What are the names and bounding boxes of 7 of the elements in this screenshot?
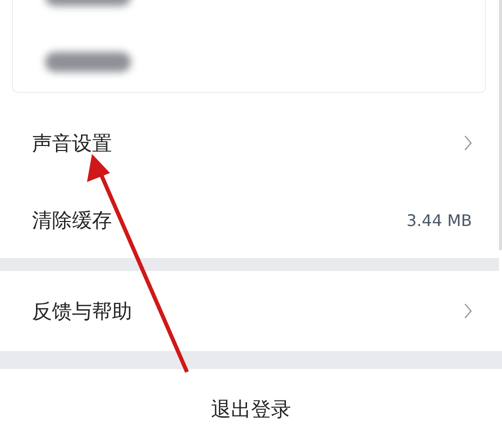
chevron-right-icon bbox=[464, 303, 472, 319]
chevron-right-icon bbox=[464, 135, 472, 151]
row-label: 反馈与帮助 bbox=[32, 298, 133, 324]
row-label: 清除缓存 bbox=[32, 206, 113, 234]
row-label: 声音设置 bbox=[32, 130, 113, 156]
logout-button[interactable]: 退出登录 bbox=[0, 369, 502, 433]
cache-size: 3.44 MB bbox=[406, 210, 472, 230]
